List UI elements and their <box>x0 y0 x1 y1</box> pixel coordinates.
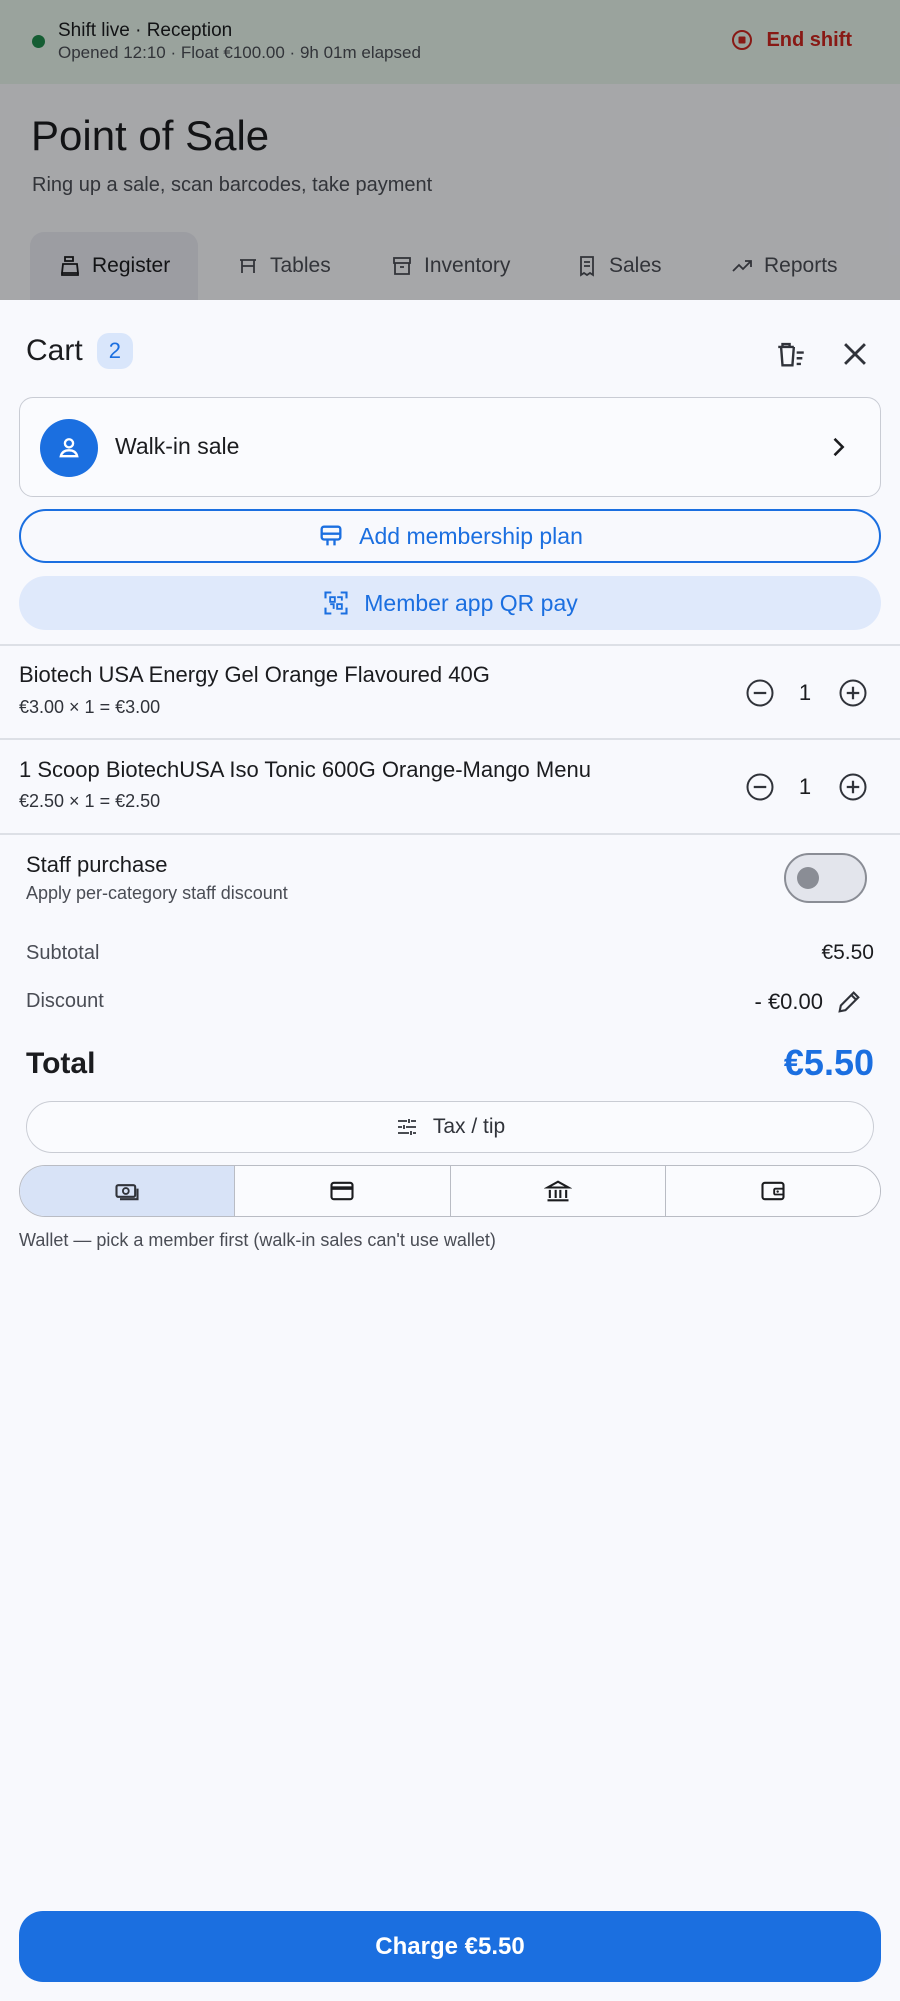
modal-scrim[interactable] <box>0 0 900 300</box>
clear-cart-button[interactable] <box>771 334 811 374</box>
cart-sheet: Cart 2 Walk-in sale Add membership plan … <box>0 300 900 2001</box>
add-membership-plan-button[interactable]: Add membership plan <box>19 509 881 563</box>
cash-icon <box>115 1184 139 1201</box>
item-name: Biotech USA Energy Gel Orange Flavoured … <box>19 662 490 687</box>
wallet-note: Wallet — pick a member first (walk-in sa… <box>19 1230 496 1250</box>
item-name: 1 Scoop BiotechUSA Iso Tonic 600G Orange… <box>19 757 591 782</box>
qr-pay-label: Member app QR pay <box>364 589 578 616</box>
cart-item: Biotech USA Energy Gel Orange Flavoured … <box>0 646 900 732</box>
discount-label: Discount <box>26 990 104 1012</box>
minus-circle-icon[interactable] <box>745 678 775 708</box>
item-quantity: 1 <box>798 680 812 705</box>
membership-card-icon <box>320 525 342 546</box>
total-label: Total <box>26 1047 96 1080</box>
pos-background-page: Shift live · Reception Opened 12:10 · Fl… <box>0 0 900 300</box>
add-membership-label: Add membership plan <box>359 522 583 549</box>
plus-circle-icon[interactable] <box>838 678 868 708</box>
edit-icon[interactable] <box>835 988 863 1016</box>
item-price-line: €3.00 × 1 = €3.00 <box>19 697 161 717</box>
toggle-knob <box>797 867 819 889</box>
staff-purchase-title: Staff purchase <box>26 852 168 877</box>
avatar <box>40 419 98 477</box>
cart-header: Cart 2 <box>26 333 133 369</box>
discount-value: - €0.00 <box>754 989 824 1014</box>
staff-purchase-toggle[interactable] <box>784 853 867 903</box>
tune-icon <box>397 1119 416 1135</box>
divider <box>0 833 900 835</box>
payment-wallet-option[interactable] <box>665 1166 880 1216</box>
cart-title: Cart <box>26 334 83 367</box>
close-icon <box>844 343 866 365</box>
charge-button[interactable]: Charge €5.50 <box>19 1911 881 1982</box>
payment-bank-option[interactable] <box>450 1166 666 1216</box>
customer-name: Walk-in sale <box>115 433 240 459</box>
item-price-line: €2.50 × 1 = €2.50 <box>19 791 161 811</box>
close-cart-button[interactable] <box>835 334 875 374</box>
bank-icon <box>543 1180 572 1202</box>
customer-selector[interactable]: Walk-in sale <box>19 397 881 497</box>
card-icon <box>330 1181 354 1201</box>
wallet-icon <box>761 1181 785 1201</box>
payment-cash-option[interactable] <box>20 1166 236 1216</box>
subtotal-value: €5.50 <box>821 941 874 964</box>
chevron-right-icon <box>833 437 845 457</box>
item-quantity: 1 <box>798 774 812 799</box>
cart-item: 1 Scoop BiotechUSA Iso Tonic 600G Orange… <box>0 740 900 826</box>
tax-tip-label: Tax / tip <box>432 1115 506 1138</box>
member-qr-pay-button[interactable]: Member app QR pay <box>19 576 881 630</box>
plus-circle-icon[interactable] <box>838 772 868 802</box>
subtotal-label: Subtotal <box>26 942 100 964</box>
minus-circle-icon[interactable] <box>745 772 775 802</box>
staff-purchase-subtitle: Apply per-category staff discount <box>26 883 288 903</box>
qr-scan-icon <box>324 591 348 615</box>
person-icon <box>59 438 79 458</box>
payment-method-selector <box>19 1165 881 1217</box>
tax-tip-button[interactable]: Tax / tip <box>26 1101 874 1153</box>
total-value: €5.50 <box>783 1042 874 1083</box>
cart-count-badge: 2 <box>96 333 133 369</box>
payment-card-option[interactable] <box>235 1166 451 1216</box>
clear-all-icon <box>778 342 804 367</box>
